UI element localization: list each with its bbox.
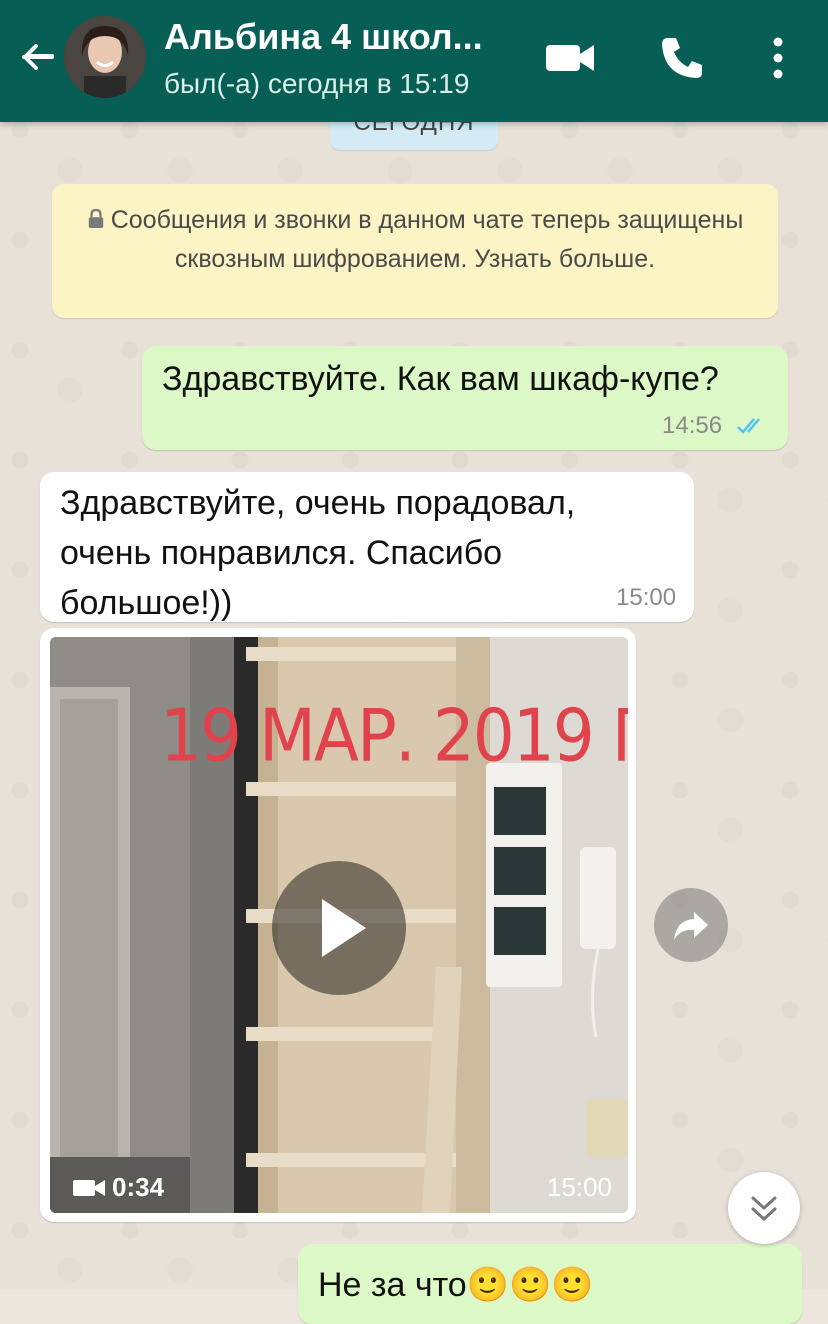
last-seen-status: был(-а) сегодня в 15:19 bbox=[164, 68, 470, 99]
forward-icon bbox=[674, 912, 708, 940]
video-duration: 0:34 bbox=[72, 1172, 164, 1203]
encryption-notice[interactable]: Сообщения и звонки в данном чате теперь … bbox=[52, 184, 778, 318]
message-text: Здравствуйте. Как вам шкаф-купе? bbox=[162, 360, 719, 398]
more-vert-icon bbox=[773, 37, 783, 79]
contact-name[interactable]: Альбина 4 школ... bbox=[164, 16, 524, 58]
message-time: 15:00 bbox=[616, 584, 677, 611]
message-text: Здравствуйте, очень порадовал, очень пон… bbox=[60, 484, 576, 622]
avatar[interactable] bbox=[64, 16, 146, 98]
chat-header: Альбина 4 школ... был(-а) сегодня в 15:1… bbox=[0, 0, 828, 122]
play-button[interactable] bbox=[272, 861, 406, 995]
video-call-button[interactable] bbox=[542, 30, 598, 86]
message-outgoing[interactable]: Не за что🙂🙂🙂 bbox=[298, 1244, 802, 1324]
video-camera-icon bbox=[73, 1180, 105, 1196]
video-date-stamp: 19 МАР. 2019 Г. bbox=[160, 693, 628, 778]
read-ticks-icon bbox=[737, 418, 760, 434]
lock-icon bbox=[87, 204, 105, 241]
message-time: 14:56 bbox=[662, 412, 723, 439]
back-button[interactable] bbox=[14, 36, 58, 80]
scroll-to-bottom-button[interactable] bbox=[728, 1172, 800, 1244]
video-duration-text: 0:34 bbox=[112, 1172, 165, 1202]
forward-button[interactable] bbox=[654, 888, 728, 962]
video-call-icon bbox=[546, 45, 594, 71]
encryption-notice-text: Сообщения и звонки в данном чате теперь … bbox=[110, 206, 744, 273]
back-arrow-icon bbox=[22, 44, 54, 70]
more-options-button[interactable] bbox=[750, 30, 806, 86]
message-outgoing[interactable]: Здравствуйте. Как вам шкаф-купе? 14:56 bbox=[142, 346, 788, 450]
play-icon bbox=[322, 899, 366, 957]
video-thumbnail[interactable]: 19 МАР. 2019 Г. 0:34 15:00 bbox=[50, 637, 628, 1213]
message-time: 15:00 bbox=[546, 1172, 612, 1202]
message-incoming[interactable]: Здравствуйте, очень порадовал, очень пон… bbox=[40, 472, 694, 622]
phone-icon bbox=[662, 38, 702, 78]
message-text: Не за что🙂🙂🙂 bbox=[318, 1266, 594, 1304]
chevron-down-double-icon bbox=[751, 1196, 777, 1221]
voice-call-button[interactable] bbox=[654, 30, 710, 86]
